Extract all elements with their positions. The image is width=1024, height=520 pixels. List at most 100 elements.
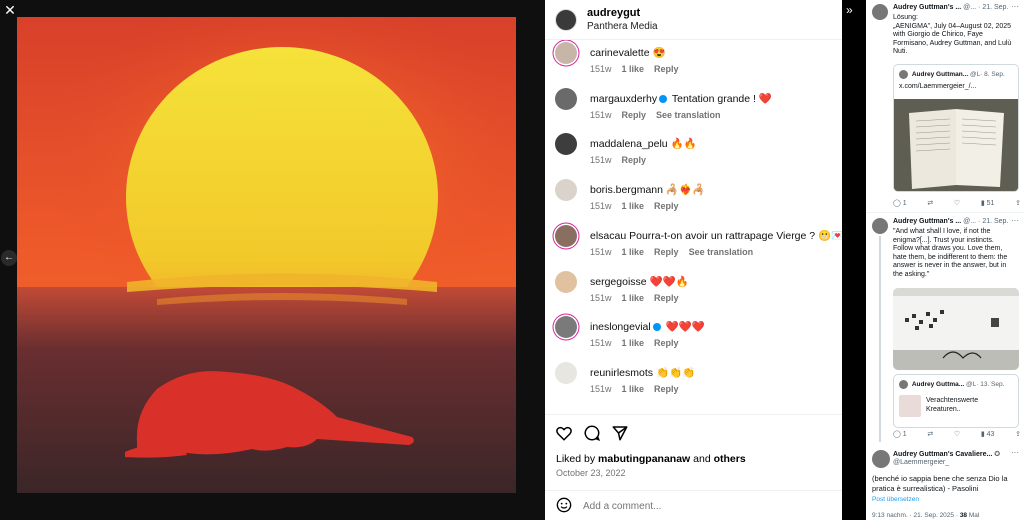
reply-button[interactable]: Reply xyxy=(654,201,679,211)
book-photo[interactable] xyxy=(894,99,1018,191)
quote-handle: @L· xyxy=(969,71,983,79)
avatar[interactable] xyxy=(555,361,577,384)
see-translation-button[interactable]: See translation xyxy=(689,247,754,257)
reply-icon[interactable]: ◯ 1 xyxy=(893,199,907,207)
tweet-timestamp[interactable]: 9:13 nachm. · 21. Sep. 2025 · xyxy=(872,512,958,519)
tweet-date[interactable]: · 21. Sep. xyxy=(978,4,1008,11)
tweet-line: the asking." xyxy=(893,270,930,278)
tweet-line: enigma?[...]. Trust your instincts. xyxy=(893,236,994,244)
like-icon[interactable]: ♡ xyxy=(954,199,960,207)
author-handle[interactable]: @Laemmergeier_ xyxy=(893,459,949,466)
reply-count: 1 xyxy=(902,200,907,207)
double-chevron-right-icon[interactable]: » xyxy=(846,3,853,17)
avatar[interactable] xyxy=(872,4,888,20)
comment-meta: 151w Reply See translation xyxy=(590,110,731,120)
comment-username[interactable]: boris.bergmann xyxy=(590,184,663,196)
retweet-icon[interactable]: ⇄ xyxy=(927,199,933,207)
more-icon[interactable]: ··· xyxy=(1011,448,1019,457)
heart-icon[interactable] xyxy=(555,424,573,442)
author-name[interactable]: Audrey Guttman's ... xyxy=(893,218,961,225)
comment-item: ineslongevial ❤️❤️❤️ 151w 1 like Reply xyxy=(555,316,835,356)
more-icon[interactable]: ··· xyxy=(1011,2,1019,11)
reply-button[interactable]: Reply xyxy=(654,293,679,303)
avatar[interactable] xyxy=(555,8,577,31)
comment-like-count[interactable]: 1 like xyxy=(622,201,645,211)
see-translation-button[interactable]: See translation xyxy=(656,110,721,120)
verified-badge-icon: ✪ xyxy=(994,451,1001,458)
tweet[interactable]: Audrey Guttman's ... @... · 21. Sep. ···… xyxy=(866,0,1024,212)
views-icon[interactable]: ▮ 51 xyxy=(981,199,995,207)
avatar[interactable] xyxy=(555,87,577,110)
comment-like-count[interactable]: 1 like xyxy=(622,247,645,257)
avatar[interactable] xyxy=(555,42,577,64)
comment-input[interactable] xyxy=(583,497,823,515)
author-handle[interactable]: @... xyxy=(963,218,976,225)
media-viewer: ✕ ← xyxy=(0,0,545,520)
quoted-tweet[interactable]: Audrey Guttma... @L· 13. Sep. Verachtens… xyxy=(893,374,1019,428)
comment-username[interactable]: elsacau xyxy=(590,230,626,242)
author-handle[interactable]: @... xyxy=(963,4,976,11)
emoji-icon[interactable] xyxy=(556,497,572,513)
comment-username[interactable]: carinevalette xyxy=(590,47,650,59)
author-name[interactable]: Audrey Guttman's ... xyxy=(893,4,961,11)
avatar[interactable] xyxy=(872,218,888,234)
comment-username[interactable]: ineslongevial xyxy=(590,321,651,333)
comment-meta: 151w Reply xyxy=(590,155,656,165)
views-icon[interactable]: ▮ 43 xyxy=(981,430,995,438)
share-icon[interactable]: ⇪ xyxy=(1015,430,1021,438)
author-name[interactable]: Audrey Guttman's Cavaliere... xyxy=(893,451,992,458)
comment-like-count[interactable]: 1 like xyxy=(622,293,645,303)
likes-user-link[interactable]: mabutingpananaw xyxy=(598,453,690,465)
tweet-text: "And what shall I love, if not the enigm… xyxy=(893,228,1021,279)
avatar[interactable] xyxy=(555,224,577,247)
like-icon[interactable]: ♡ xyxy=(954,430,960,438)
translate-link[interactable]: Post übersetzen xyxy=(872,496,919,503)
more-icon[interactable]: ··· xyxy=(1011,216,1019,225)
quoted-tweet[interactable]: Audrey Guttman... @L· 8. Sep. x.com/Laem… xyxy=(893,64,1019,192)
comment-text: ❤️❤️❤️ xyxy=(665,321,705,334)
retweet-icon[interactable]: ⇄ xyxy=(927,430,933,438)
reply-icon[interactable]: ◯ 1 xyxy=(893,430,907,438)
comment-line: sergegoisse ❤️❤️🔥 xyxy=(590,275,689,288)
comment-text: Tentation grande ! ❤️ xyxy=(671,92,772,105)
comment-icon[interactable] xyxy=(583,424,601,442)
comment-username[interactable]: maddalena_pelu xyxy=(590,138,668,150)
likes-summary: Liked by mabutingpananaw and others xyxy=(556,453,746,465)
gallery-photo[interactable] xyxy=(893,288,1019,370)
post-username[interactable]: audreygut xyxy=(587,7,658,20)
comment-text: Pourra-t-on avoir un rattrapage Vierge ?… xyxy=(629,229,842,242)
comment-username[interactable]: reunirlesmots xyxy=(590,367,653,379)
comment-meta: 151w 1 like Reply xyxy=(590,338,689,348)
avatar[interactable] xyxy=(555,270,577,293)
share-icon[interactable] xyxy=(611,424,629,442)
likes-others-link[interactable]: others xyxy=(714,453,746,465)
comment-username[interactable]: sergegoisse xyxy=(590,276,647,288)
avatar[interactable] xyxy=(872,450,890,468)
tweet[interactable]: Audrey Guttman's ... @... · 21. Sep. ···… xyxy=(866,214,1024,442)
tweet-focused[interactable]: Audrey Guttman's Cavaliere... ✪ @Laemmer… xyxy=(866,446,1024,520)
quote-author: Audrey Guttman... xyxy=(911,71,969,79)
comment-like-count[interactable]: 1 like xyxy=(622,338,645,348)
reply-button[interactable]: Reply xyxy=(654,338,679,348)
reply-button[interactable]: Reply xyxy=(622,110,647,120)
quote-header: Audrey Guttman... @L· 8. Sep. xyxy=(899,70,1005,79)
quote-date: 13. Sep. xyxy=(980,381,1005,389)
close-icon[interactable]: ✕ xyxy=(3,3,17,17)
avatar[interactable] xyxy=(555,316,577,339)
comment-text: 🦂❤️‍🔥🦂 xyxy=(665,184,706,197)
avatar[interactable] xyxy=(555,133,577,156)
reply-button[interactable]: Reply xyxy=(654,384,679,394)
reply-button[interactable]: Reply xyxy=(654,64,679,74)
avatar[interactable] xyxy=(555,179,577,202)
comment-like-count[interactable]: 1 like xyxy=(622,64,645,74)
post-location[interactable]: Panthera Media xyxy=(587,20,658,33)
reply-button[interactable]: Reply xyxy=(622,155,647,165)
comment-like-count[interactable]: 1 like xyxy=(622,384,645,394)
tweet-date[interactable]: · 21. Sep. xyxy=(978,218,1008,225)
comment-line: ineslongevial ❤️❤️❤️ xyxy=(590,320,705,333)
reply-button[interactable]: Reply xyxy=(654,247,679,257)
share-icon[interactable]: ⇪ xyxy=(1015,199,1021,207)
comment-username[interactable]: margauxderhy xyxy=(590,93,657,105)
comment-item: reunirlesmots 👏👏👏 151w 1 like Reply xyxy=(555,361,835,402)
chevron-left-icon[interactable]: ← xyxy=(1,250,17,266)
